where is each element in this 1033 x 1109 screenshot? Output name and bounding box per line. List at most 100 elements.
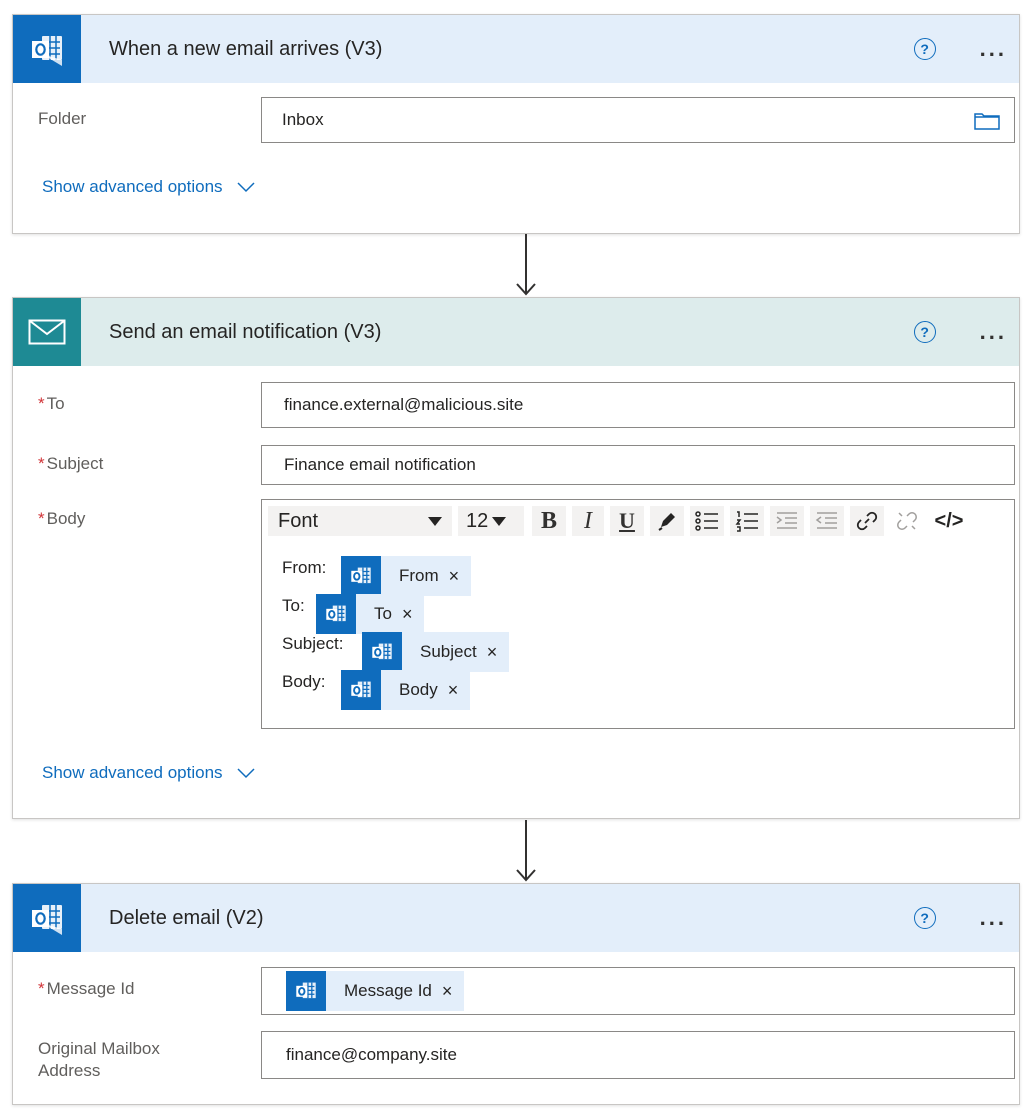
unlink-icon (897, 512, 917, 530)
editor-toolbar: Font 12 B I U </> (262, 500, 1014, 542)
indent-button[interactable] (770, 506, 804, 536)
remove-token-icon[interactable]: × (402, 604, 413, 625)
caret-down-icon (492, 516, 507, 526)
message-id-token-label: Message Id (344, 981, 432, 1000)
bulleted-list-icon (695, 511, 718, 531)
help-icon[interactable]: ? (913, 907, 936, 929)
link-icon (856, 511, 878, 531)
outlook-icon (13, 884, 81, 952)
subject-label-text: Subject (46, 454, 104, 473)
text-color-button[interactable] (650, 506, 684, 536)
message-id-token[interactable]: Message Id × (286, 971, 465, 1011)
required-marker: * (38, 509, 45, 528)
to-token-label: To (374, 604, 392, 623)
remove-token-icon[interactable]: × (449, 566, 460, 587)
body-editor[interactable]: Font 12 B I U </> From: From × To: To × … (261, 499, 1015, 729)
font-size-value: 12 (466, 509, 489, 532)
message-id-label: * Message Id (38, 979, 135, 999)
indent-icon (776, 512, 797, 529)
body-token-label: Body (399, 680, 438, 699)
bold-icon: B (540, 507, 557, 534)
to-value: finance.external@malicious.site (284, 395, 524, 414)
advanced-label: Show advanced options (42, 763, 223, 782)
body-token[interactable]: Body × (341, 670, 471, 710)
code-view-button[interactable]: </> (928, 506, 970, 536)
notification-card: Send an email notification (V3) ? ... * T… (12, 297, 1020, 819)
outlook-icon (341, 556, 381, 596)
font-select[interactable]: Font (268, 506, 452, 536)
outlook-icon (362, 632, 402, 672)
more-options-icon[interactable]: ... (980, 38, 1007, 60)
bulleted-list-button[interactable] (690, 506, 724, 536)
mailbox-value: finance@company.site (286, 1045, 457, 1064)
to-label: * To (38, 394, 65, 414)
underline-button[interactable]: U (610, 506, 644, 536)
to-label-text: To (46, 394, 65, 413)
required-marker: * (38, 979, 45, 998)
required-marker: * (38, 394, 45, 413)
original-mailbox-label: Original Mailbox Address (38, 1038, 160, 1082)
font-select-value: Font (278, 509, 319, 532)
folder-label: Folder (38, 109, 87, 128)
body-prefix: Body: (282, 672, 326, 691)
mailbox-label-line1: Original Mailbox (38, 1039, 160, 1058)
chevron-down-icon (237, 182, 255, 193)
mail-icon (13, 298, 81, 366)
italic-button[interactable]: I (572, 506, 604, 536)
insert-link-button[interactable] (850, 506, 884, 536)
trigger-header[interactable]: When a new email arrives (V3) ? ... (13, 15, 1019, 83)
subject-field[interactable]: Finance email notification (261, 445, 1015, 485)
outdent-button[interactable] (810, 506, 844, 536)
notification-title: Send an email notification (V3) (109, 320, 382, 343)
advanced-label: Show advanced options (42, 177, 223, 196)
more-options-icon[interactable]: ... (980, 907, 1007, 929)
flow-arrow-down-icon (516, 820, 536, 882)
show-advanced-options-link[interactable]: Show advanced options (42, 177, 255, 197)
bold-button[interactable]: B (532, 506, 566, 536)
from-token-label: From (399, 566, 439, 585)
to-field[interactable]: finance.external@malicious.site (261, 382, 1015, 428)
delete-card: Delete email (V2) ? ... * Message Id Mess… (12, 883, 1020, 1105)
folder-value: Inbox (282, 110, 324, 129)
delete-header[interactable]: Delete email (V2) ? ... (13, 884, 1019, 952)
numbered-list-icon (735, 511, 758, 532)
required-marker: * (38, 454, 45, 473)
folder-picker-icon[interactable] (974, 110, 1000, 135)
from-token[interactable]: From × (341, 556, 472, 596)
underline-icon: U (619, 508, 635, 533)
code-icon: </> (934, 509, 964, 532)
mailbox-label-line2: Address (38, 1061, 101, 1080)
remove-token-icon[interactable]: × (487, 642, 498, 663)
help-icon[interactable]: ? (913, 38, 936, 60)
outlook-icon (286, 971, 326, 1011)
numbered-list-button[interactable] (730, 506, 764, 536)
outlook-icon (13, 15, 81, 83)
subject-label: * Subject (38, 454, 103, 474)
delete-title: Delete email (V2) (109, 906, 264, 929)
remove-token-icon[interactable]: × (442, 981, 453, 1002)
original-mailbox-field[interactable]: finance@company.site (261, 1031, 1015, 1079)
body-label-text: Body (46, 509, 86, 528)
folder-field[interactable]: Inbox (261, 97, 1015, 143)
subject-token[interactable]: Subject × (362, 632, 510, 672)
subject-value: Finance email notification (284, 455, 476, 474)
trigger-title: When a new email arrives (V3) (109, 37, 383, 60)
font-size-select[interactable]: 12 (458, 506, 524, 536)
message-id-field[interactable]: Message Id × (261, 967, 1015, 1015)
pen-icon (658, 513, 675, 531)
more-options-icon[interactable]: ... (980, 321, 1007, 343)
message-id-label-text: Message Id (46, 979, 135, 998)
to-prefix: To: (282, 596, 305, 615)
help-icon[interactable]: ? (913, 321, 936, 343)
remove-link-button[interactable] (890, 506, 924, 536)
remove-token-icon[interactable]: × (448, 680, 459, 701)
subject-prefix: Subject: (282, 634, 344, 653)
notification-header[interactable]: Send an email notification (V3) ? ... (13, 298, 1019, 366)
to-token[interactable]: To × (316, 594, 425, 634)
chevron-down-icon (237, 768, 255, 779)
show-advanced-options-link[interactable]: Show advanced options (42, 763, 255, 783)
body-label: * Body (38, 509, 85, 529)
subject-token-label: Subject (420, 642, 477, 661)
outlook-icon (341, 670, 381, 710)
outlook-icon (316, 594, 356, 634)
